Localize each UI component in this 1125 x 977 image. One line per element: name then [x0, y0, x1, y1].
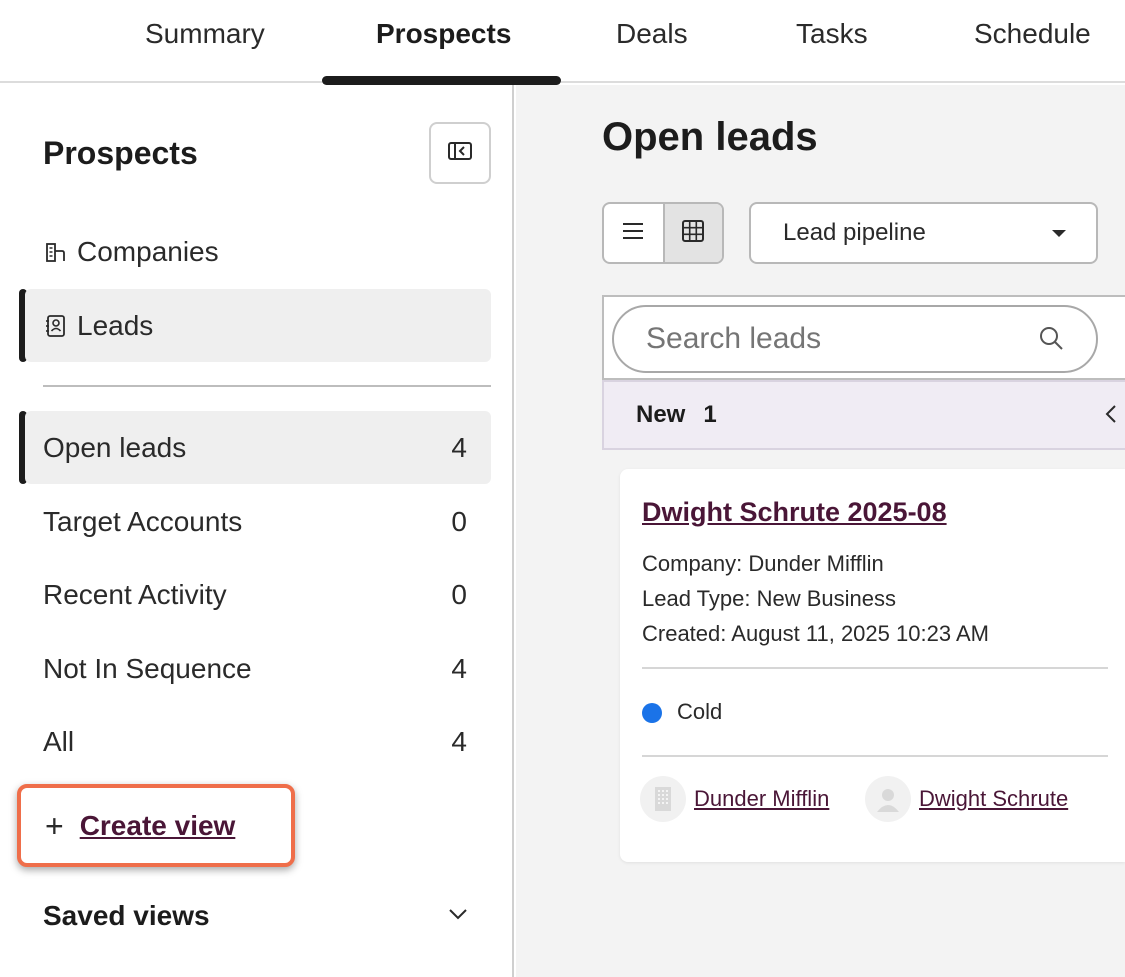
tab-summary[interactable]: Summary	[145, 18, 265, 50]
page-title: Open leads	[602, 115, 818, 159]
associated-contact-link[interactable]: Dwight Schrute	[919, 786, 1068, 812]
sidebar-item-label: Companies	[77, 235, 219, 267]
sidebar-item-companies[interactable]: Companies	[25, 215, 491, 288]
card-divider	[642, 755, 1108, 757]
view-label: All	[43, 725, 75, 757]
main-content: Open leads Lead pipeline Search leads Ne…	[516, 85, 1125, 977]
sidebar-item-label: Leads	[77, 309, 154, 341]
chevron-down-icon	[448, 907, 468, 925]
company-avatar-icon	[640, 776, 686, 822]
sidebar-collapse-icon	[448, 141, 472, 165]
pipeline-select[interactable]: Lead pipeline	[749, 202, 1098, 264]
view-count: 0	[451, 505, 467, 537]
search-container	[602, 295, 1125, 380]
sidebar-divider	[43, 385, 491, 387]
column-count: 1	[703, 401, 717, 428]
chevron-left-icon[interactable]	[1104, 402, 1118, 433]
contact-avatar-icon	[865, 776, 911, 822]
lead-status: Cold	[677, 699, 723, 724]
view-item-open-leads[interactable]: Open leads 4	[25, 411, 491, 484]
status-dot-icon	[642, 703, 662, 723]
view-item-recent-activity[interactable]: Recent Activity 0	[25, 558, 491, 631]
view-count: 0	[451, 578, 467, 610]
tab-prospects[interactable]: Prospects	[376, 18, 511, 50]
grid-icon	[681, 219, 705, 248]
lead-card[interactable]: Dwight Schrute 2025-08 Company: Dunder M…	[620, 469, 1125, 862]
building-icon	[43, 239, 69, 265]
create-view-button[interactable]: + Create view	[17, 784, 295, 867]
view-item-all[interactable]: All 4	[25, 705, 491, 778]
view-count: 4	[451, 652, 467, 684]
associated-company-link[interactable]: Dunder Mifflin	[694, 786, 829, 812]
board-column-header: New 1	[602, 380, 1125, 450]
sidebar-item-leads[interactable]: Leads	[25, 289, 491, 362]
collapse-sidebar-button[interactable]	[429, 122, 491, 184]
column-name: New	[636, 401, 686, 428]
view-toggle	[602, 202, 724, 264]
sidebar-title: Prospects	[43, 135, 198, 171]
search-icon[interactable]	[1038, 325, 1064, 356]
view-item-target-accounts[interactable]: Target Accounts 0	[25, 485, 491, 558]
lead-type-line: Lead Type: New Business	[642, 586, 896, 611]
saved-views-label: Saved views	[43, 900, 210, 931]
tab-schedule[interactable]: Schedule	[974, 18, 1091, 50]
lead-company-line: Company: Dunder Mifflin	[642, 551, 884, 576]
view-label: Recent Activity	[43, 578, 227, 610]
associated-contact[interactable]: Dwight Schrute	[865, 776, 1068, 822]
view-label: Not In Sequence	[43, 652, 252, 684]
saved-views-toggle[interactable]: Saved views	[43, 900, 468, 932]
pipeline-select-value: Lead pipeline	[783, 219, 926, 246]
view-item-not-in-sequence[interactable]: Not In Sequence 4	[25, 632, 491, 705]
view-label: Target Accounts	[43, 505, 243, 537]
plus-icon: +	[45, 807, 64, 844]
associated-company[interactable]: Dunder Mifflin	[640, 776, 829, 822]
lead-created-line: Created: August 11, 2025 10:23 AM	[642, 621, 989, 646]
lead-title-link[interactable]: Dwight Schrute 2025-08	[642, 497, 947, 528]
board-view-button[interactable]	[662, 204, 722, 262]
tab-tasks[interactable]: Tasks	[796, 18, 868, 50]
create-view-label[interactable]: Create view	[80, 810, 236, 842]
prospects-sidebar: Prospects Companies Leads Open leads 4 T…	[0, 85, 514, 977]
view-count: 4	[451, 431, 467, 463]
view-count: 4	[451, 725, 467, 757]
tab-deals[interactable]: Deals	[616, 18, 688, 50]
active-tab-indicator	[322, 76, 561, 85]
list-view-button[interactable]	[604, 204, 663, 262]
caret-down-icon	[1052, 229, 1066, 237]
contact-card-icon	[43, 313, 69, 339]
view-label: Open leads	[43, 431, 187, 463]
search-input[interactable]	[612, 305, 1098, 373]
card-divider	[642, 667, 1108, 669]
list-icon	[621, 221, 645, 246]
top-tab-bar: Summary Prospects Deals Tasks Schedule	[0, 0, 1125, 85]
